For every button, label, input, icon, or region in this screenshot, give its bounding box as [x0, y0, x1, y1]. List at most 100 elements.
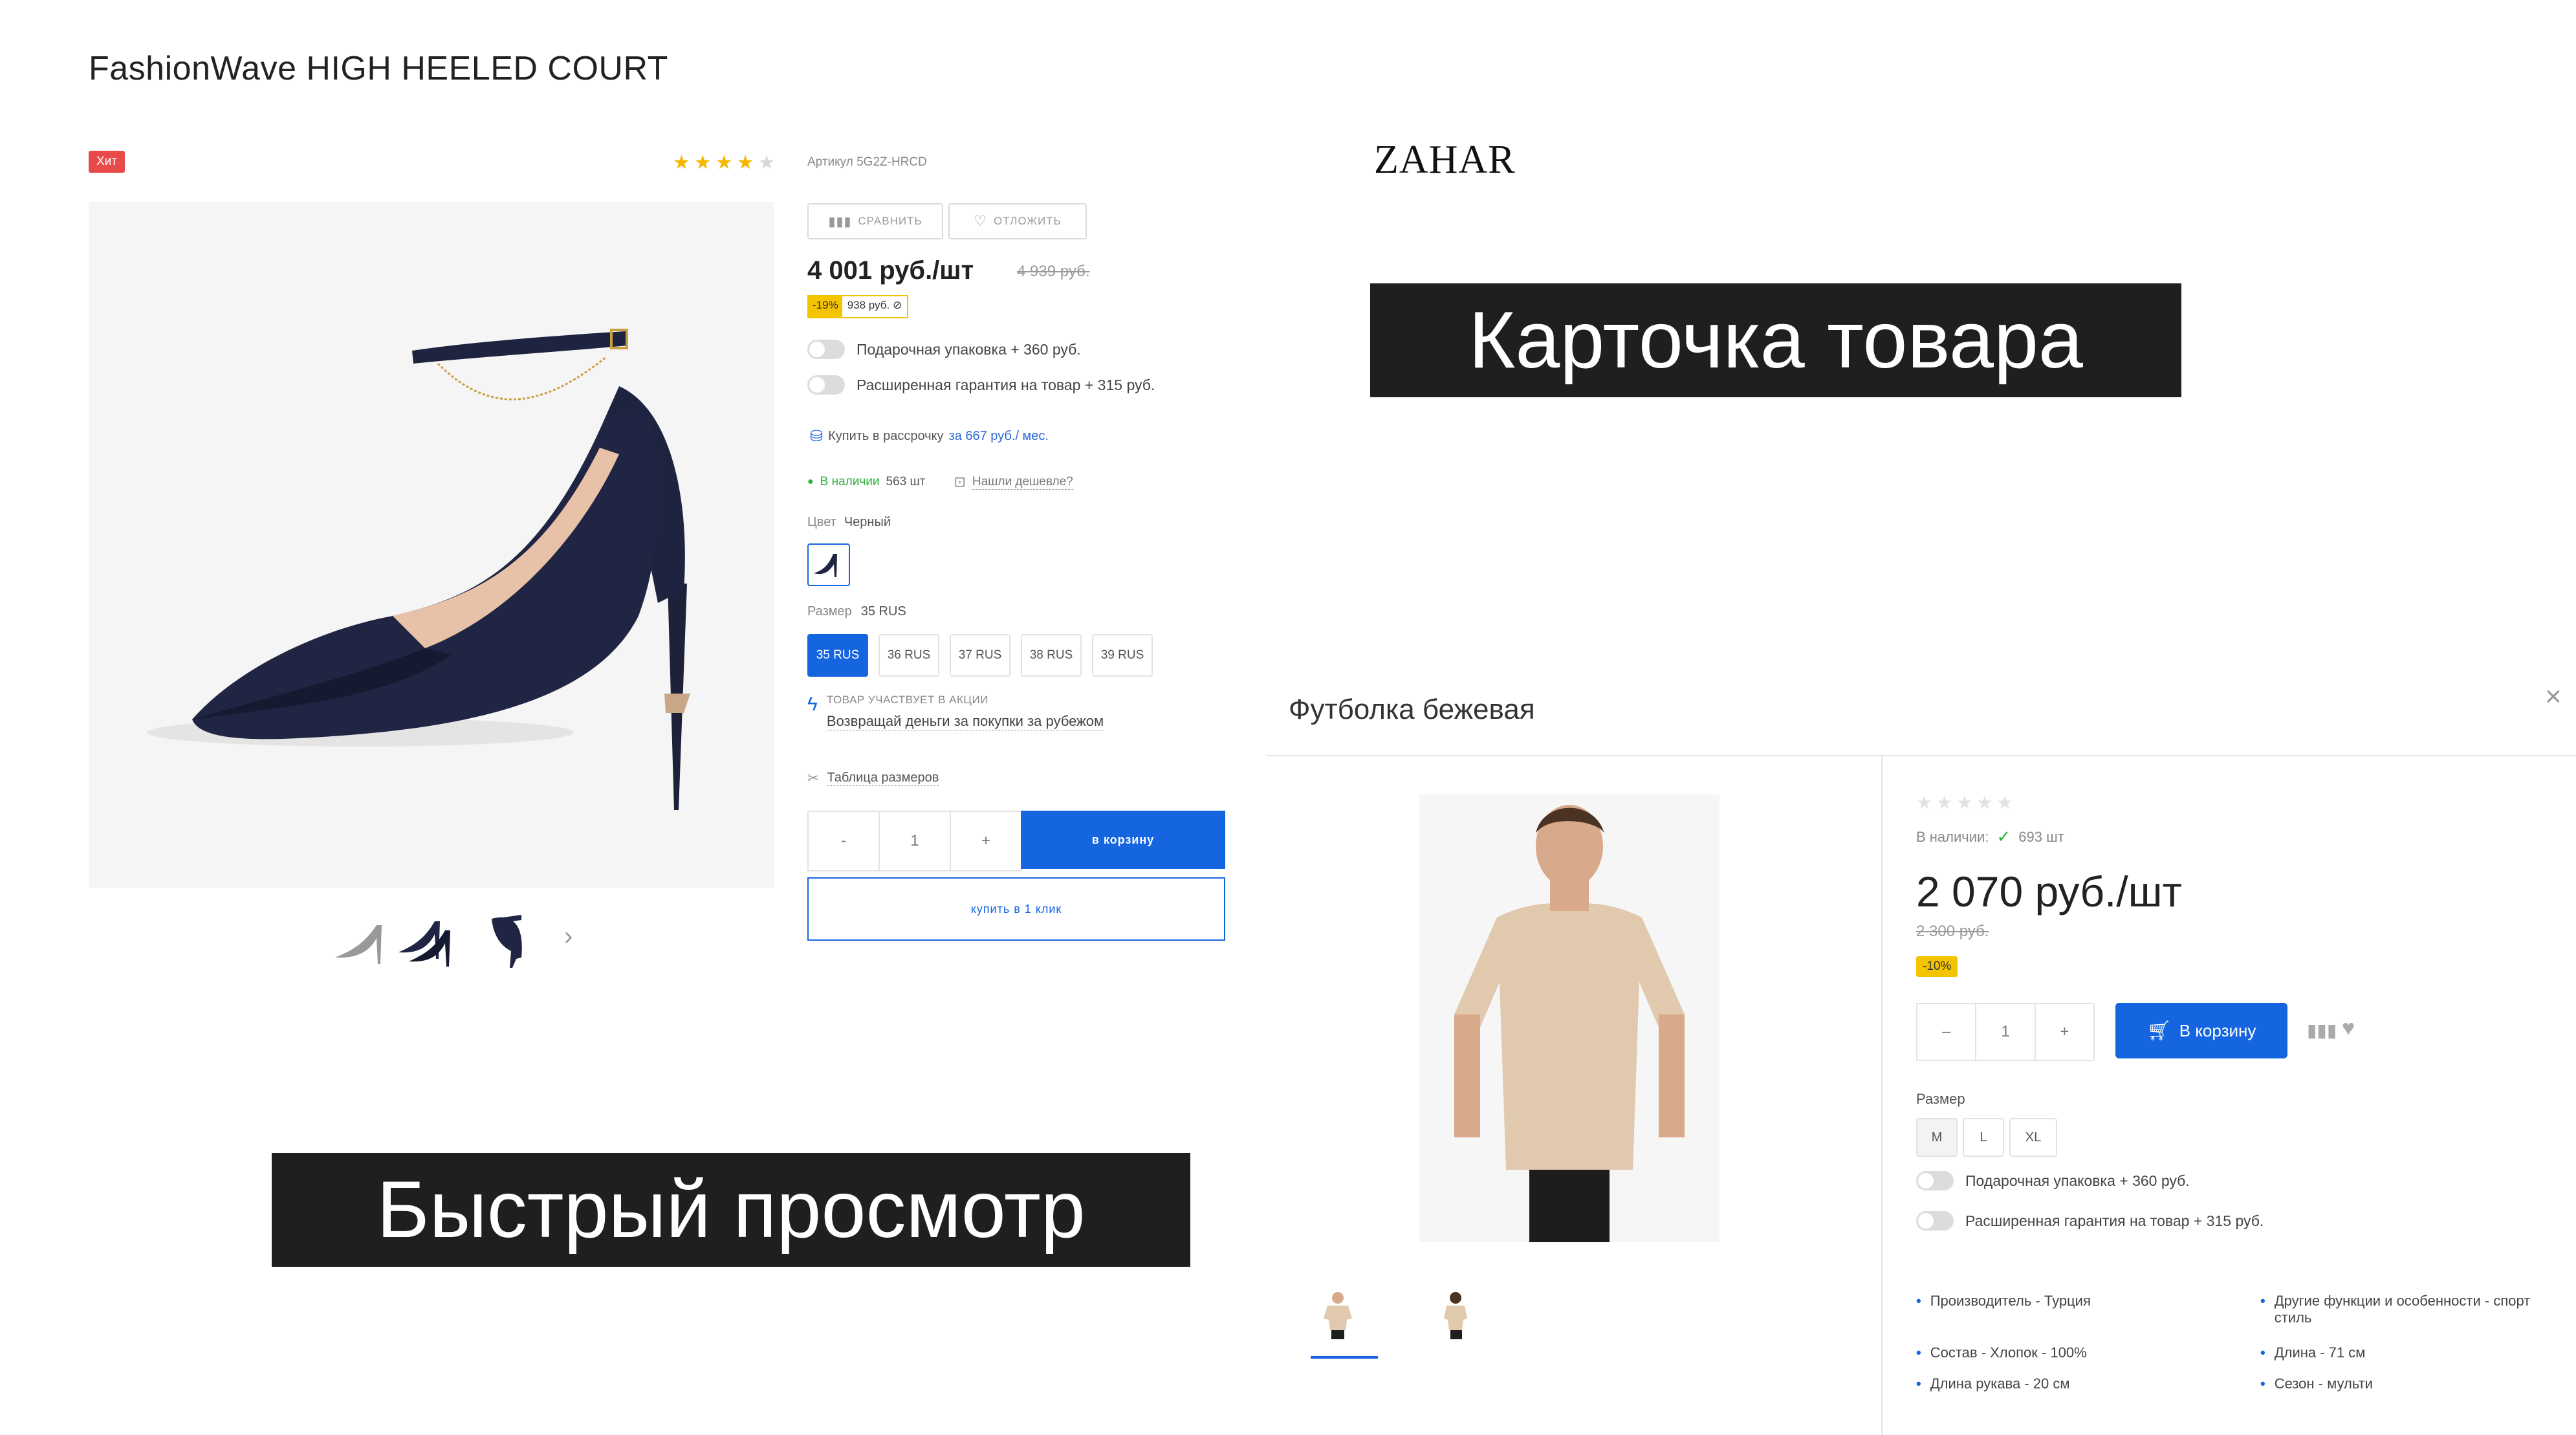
quantity-stepper[interactable]: - 1 +: [807, 811, 1022, 871]
thumbnail[interactable]: [479, 906, 534, 969]
bullet-icon: •: [1916, 1344, 1921, 1361]
star-icon: ★: [1936, 793, 1957, 813]
thumbnail[interactable]: [396, 906, 452, 969]
bullet-icon: •: [2260, 1293, 2265, 1309]
size-button[interactable]: 38 RUS: [1021, 634, 1082, 677]
page-title: FashionWave HIGH HEELED COURT: [89, 50, 668, 87]
thumbnail[interactable]: [1313, 1287, 1362, 1339]
star-icon: ★: [1916, 793, 1937, 813]
option-row[interactable]: Расширенная гарантия на товар + 315 руб.: [1916, 1211, 2264, 1231]
banner-product-card: Карточка товара: [1370, 283, 2181, 397]
qty-minus-button[interactable]: -: [809, 812, 879, 870]
size-button[interactable]: 37 RUS: [950, 634, 1010, 677]
star-icon: ★: [693, 152, 715, 173]
color-value: Черный: [844, 515, 891, 529]
gift-wrap-toggle[interactable]: [807, 340, 845, 359]
bullet-icon: •: [2260, 1375, 2265, 1392]
size-button[interactable]: L: [1963, 1118, 2004, 1157]
warranty-toggle[interactable]: [1916, 1211, 1954, 1231]
compare-icon[interactable]: ▮▮▮: [2307, 1020, 2337, 1041]
installment-text: Купить в рассрочку: [828, 429, 944, 443]
quantity-stepper[interactable]: – 1 +: [1916, 1003, 2095, 1061]
lightning-icon: ϟ: [807, 694, 818, 715]
close-icon[interactable]: ×: [2545, 681, 2562, 713]
promo-link[interactable]: Возвращай деньги за покупки за рубежом: [826, 713, 1104, 730]
bullet-icon: •: [1916, 1293, 1921, 1309]
option-row[interactable]: Расширенная гарантия на товар + 315 руб.: [807, 375, 1155, 395]
shoe-thumb-grey: [335, 925, 382, 964]
discount-percent: -19%: [809, 296, 842, 317]
brand-logo: ZAHAR: [1374, 138, 1516, 182]
chevron-right-icon[interactable]: ›: [564, 922, 573, 951]
option-label: Расширенная гарантия на товар + 315 руб.: [1965, 1212, 2264, 1229]
property-item: • Длина рукава - 20 см: [1916, 1375, 2240, 1392]
defer-label: отложить: [994, 215, 1062, 227]
size-button[interactable]: XL: [2009, 1118, 2057, 1157]
size-button[interactable]: 36 RUS: [879, 634, 939, 677]
tshirt-main-image[interactable]: [1419, 794, 1719, 1242]
qty-plus-button[interactable]: +: [950, 812, 1021, 870]
thumbnail[interactable]: [1431, 1287, 1480, 1339]
heart-icon: ♡: [974, 213, 988, 229]
defer-button[interactable]: ♡ отложить: [948, 203, 1087, 239]
color-swatch[interactable]: [807, 543, 850, 586]
link-icon: ⊘: [892, 299, 902, 311]
qty-minus-button[interactable]: –: [1917, 1004, 1975, 1060]
size-row: Размер 35 RUS: [807, 604, 906, 619]
shoe-thumb-pair: [398, 921, 450, 967]
price-old: 2 300 руб.: [1916, 923, 1989, 940]
rating-stars[interactable]: ★★★★★: [673, 151, 780, 174]
option-row[interactable]: Подарочная упаковка + 360 руб.: [807, 340, 1081, 359]
price: 4 001 руб./шт: [807, 256, 974, 285]
property-text: Длина - 71 см: [2274, 1344, 2366, 1361]
qty-value[interactable]: 1: [879, 812, 950, 870]
quick-view-title: Футболка бежевая: [1289, 694, 1535, 725]
size-button[interactable]: 35 RUS: [807, 634, 868, 677]
size-button[interactable]: M: [1916, 1118, 1958, 1157]
discount-badge: -19% 938 руб. ⊘: [807, 295, 909, 318]
stock-row: В наличии: ✓ 693 шт: [1916, 827, 2064, 847]
promo-block: ϟ ТОВАР УЧАСТВУЕТ В АКЦИИ Возвращай день…: [807, 694, 1104, 730]
gift-wrap-toggle[interactable]: [1916, 1171, 1954, 1190]
size-table-link[interactable]: Таблица размеров: [827, 771, 939, 786]
color-row: Цвет Черный: [807, 515, 891, 530]
star-icon: ★: [673, 152, 694, 173]
rating-stars[interactable]: ★★★★★: [1916, 792, 2017, 813]
installment-link[interactable]: за 667 руб./ мес.: [949, 429, 1049, 444]
star-icon: ★: [1956, 793, 1977, 813]
heart-icon[interactable]: ♥: [2342, 1016, 2355, 1041]
banner-quick-view: Быстрый просмотр: [272, 1153, 1190, 1267]
stock-row: ● В наличии 563 шт ⊡ Нашли дешевле?: [807, 474, 1073, 490]
size-value: 35 RUS: [860, 604, 906, 619]
discount-sum-value: 938 руб.: [847, 299, 890, 311]
property-item: • Состав - Хлопок - 100%: [1916, 1344, 2240, 1361]
compare-button[interactable]: ▮▮▮ сравнить: [807, 203, 943, 239]
property-item: • Длина - 71 см: [2260, 1344, 2538, 1361]
property-text: Состав - Хлопок - 100%: [1930, 1344, 2087, 1361]
property-text: Другие функции и особенности - спорт сти…: [2274, 1293, 2531, 1326]
option-row[interactable]: Подарочная упаковка + 360 руб.: [1916, 1171, 2190, 1190]
size-button[interactable]: 39 RUS: [1092, 634, 1153, 677]
add-to-cart-button[interactable]: в корзину: [1021, 811, 1225, 869]
installment-row: ⛁ Купить в рассрочку за 667 руб./ мес.: [810, 427, 1049, 446]
property-text: Длина рукава - 20 см: [1930, 1375, 2070, 1392]
qty-value[interactable]: 1: [1975, 1004, 2034, 1060]
shoe-swatch-icon: [814, 554, 837, 577]
option-label: Расширенная гарантия на товар + 315 руб.: [857, 376, 1155, 393]
discount-badge: -10%: [1916, 956, 1958, 977]
size-table-row: ✂ Таблица размеров: [807, 770, 939, 787]
check-icon: ✓: [1996, 827, 2011, 846]
one-click-buy-button[interactable]: купить в 1 клик: [807, 877, 1225, 941]
add-to-cart-button[interactable]: 🛒︎ В корзину: [2115, 1003, 2287, 1058]
size-label: Размер: [1916, 1091, 1965, 1107]
warranty-toggle[interactable]: [807, 375, 845, 395]
thumbnail[interactable]: [331, 906, 387, 969]
promo-caption: ТОВАР УЧАСТВУЕТ В АКЦИИ: [826, 694, 988, 706]
stock-label: В наличии:: [1916, 828, 1989, 845]
cheaper-link[interactable]: Нашли дешевле?: [972, 475, 1073, 490]
shoe-image: [147, 329, 690, 810]
property-item: • Производитель - Турция: [1916, 1293, 2240, 1309]
property-text: Сезон - мульти: [2274, 1375, 2373, 1392]
qty-plus-button[interactable]: +: [2034, 1004, 2093, 1060]
product-main-image[interactable]: [89, 202, 774, 888]
